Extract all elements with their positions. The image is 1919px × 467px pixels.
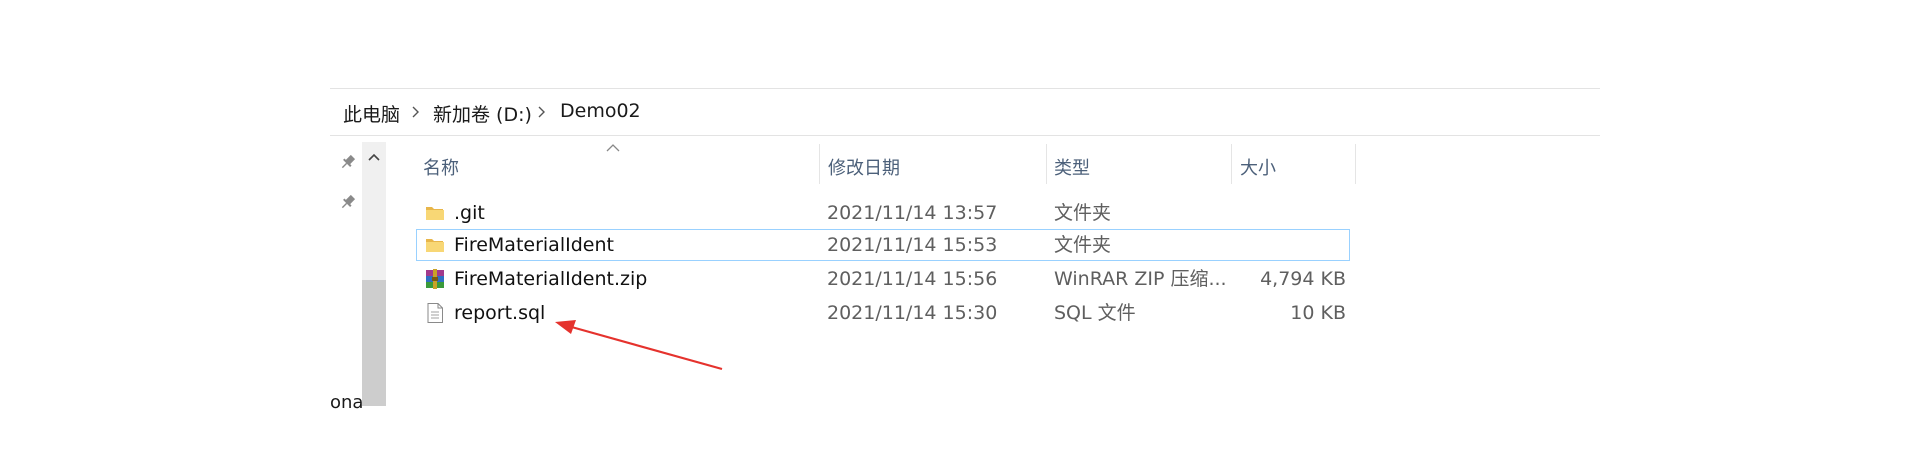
column-header-type[interactable]: 类型: [1054, 154, 1090, 180]
file-date-modified: 2021/11/14 15:56: [827, 268, 998, 290]
file-size: 10 KB: [1290, 302, 1346, 324]
column-divider[interactable]: [819, 144, 820, 184]
file-row-firematerialident-zip[interactable]: FireMaterialIdent.zip 2021/11/14 15:56 W…: [416, 263, 1350, 295]
address-bar-bottom-border: [330, 135, 1600, 136]
folder-icon: [426, 207, 444, 220]
pin-icon[interactable]: [338, 192, 358, 212]
column-divider[interactable]: [1046, 144, 1047, 184]
file-name: FireMaterialIdent: [454, 234, 614, 256]
pin-icon[interactable]: [338, 152, 358, 172]
folder-icon: [426, 239, 444, 252]
file-name: .git: [454, 202, 485, 224]
breadcrumb-item-demo02[interactable]: Demo02: [560, 100, 641, 122]
file-row-git[interactable]: .git 2021/11/14 13:57 文件夹: [416, 197, 1350, 229]
chevron-right-icon[interactable]: [408, 104, 424, 120]
sort-ascending-icon: [606, 144, 620, 152]
file-row-firematerialident[interactable]: FireMaterialIdent 2021/11/14 15:53 文件夹: [416, 229, 1350, 261]
nav-scrollbar-thumb[interactable]: [362, 280, 386, 406]
column-header-size[interactable]: 大小: [1240, 154, 1276, 180]
breadcrumb-item-drive-d[interactable]: 新加卷 (D:): [433, 100, 532, 127]
column-divider[interactable]: [1355, 144, 1356, 184]
file-row-report-sql[interactable]: report.sql 2021/11/14 15:30 SQL 文件 10 KB: [416, 297, 1350, 329]
file-type: WinRAR ZIP 压缩...: [1054, 268, 1227, 290]
file-date-modified: 2021/11/14 15:30: [827, 302, 998, 324]
file-type: SQL 文件: [1054, 302, 1136, 324]
file-type: 文件夹: [1054, 234, 1112, 256]
column-divider[interactable]: [1231, 144, 1232, 184]
winrar-archive-icon: [426, 269, 444, 289]
nav-item-label[interactable]: onal: [330, 392, 362, 413]
scroll-up-arrow-icon[interactable]: [364, 148, 384, 168]
file-size: 4,794 KB: [1260, 268, 1346, 290]
file-name: FireMaterialIdent.zip: [454, 268, 648, 290]
file-date-modified: 2021/11/14 15:53: [827, 234, 998, 256]
breadcrumb-item-this-pc[interactable]: 此电脑: [343, 100, 400, 127]
column-header-name[interactable]: 名称: [423, 154, 459, 180]
file-name: report.sql: [454, 302, 546, 324]
file-date-modified: 2021/11/14 13:57: [827, 202, 998, 224]
column-header-date-modified[interactable]: 修改日期: [828, 154, 900, 180]
text-file-icon: [427, 303, 443, 323]
address-bar-top-border: [330, 88, 1600, 89]
chevron-right-icon[interactable]: [534, 104, 550, 120]
file-type: 文件夹: [1054, 202, 1112, 224]
